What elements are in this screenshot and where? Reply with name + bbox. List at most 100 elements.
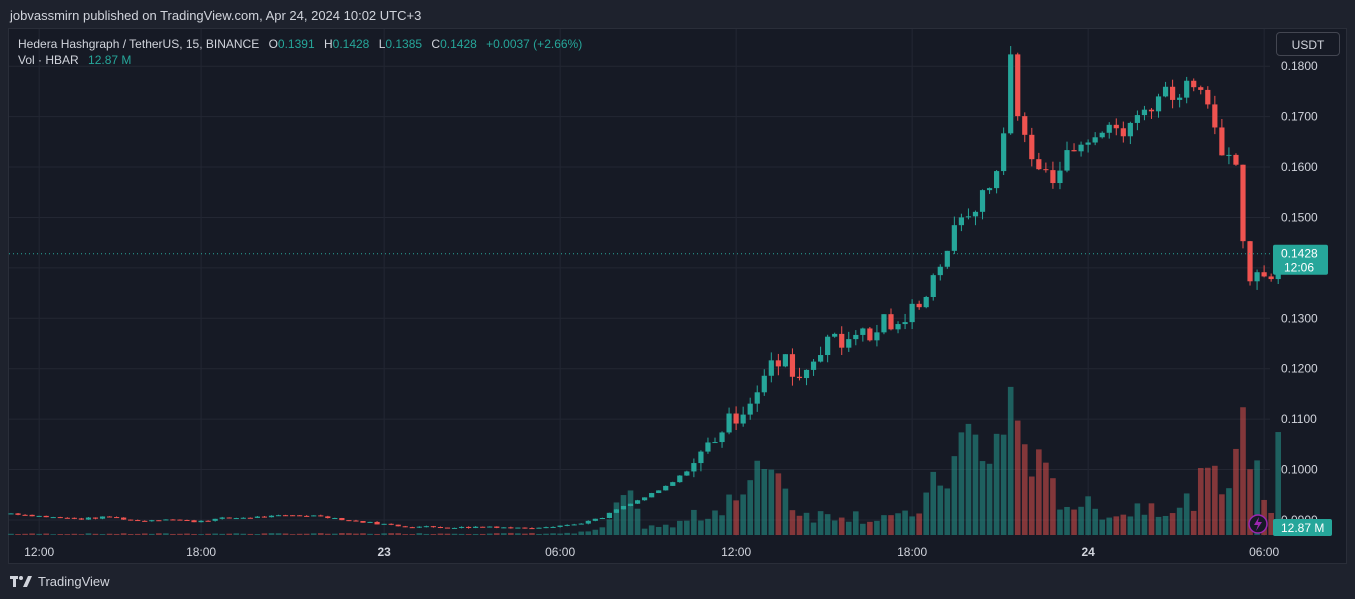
tradingview-logo-icon [10, 576, 32, 587]
candle-body [99, 516, 106, 519]
volume-bar [43, 533, 49, 535]
candle [1001, 127, 1007, 175]
volume-bar [1134, 503, 1141, 535]
candle [409, 526, 415, 529]
volume-bar [282, 533, 289, 535]
candle [233, 517, 239, 520]
volume-bar [824, 514, 831, 535]
volume-bar [937, 485, 944, 535]
candle-body [656, 490, 662, 494]
candle-body [698, 451, 704, 464]
x-tick-label: 06:00 [545, 545, 575, 559]
candle [782, 354, 788, 368]
volume-bar [254, 534, 261, 535]
y-tick-label: 0.1500 [1281, 210, 1318, 224]
candle-body [1240, 164, 1246, 242]
candle [290, 515, 296, 517]
candle [508, 526, 514, 529]
candle [1155, 93, 1162, 118]
candle-body [451, 527, 458, 529]
candle [1113, 118, 1119, 136]
candle [663, 485, 669, 491]
volume-bar [177, 533, 183, 535]
symbol-title[interactable]: Hedera Hashgraph / TetherUS, 15, BINANCE [18, 37, 259, 51]
candle [1141, 105, 1148, 121]
candle-body [374, 521, 380, 525]
candle [121, 517, 127, 520]
candle [909, 299, 915, 330]
lightning-icon[interactable] [1248, 514, 1268, 534]
candle-body [1036, 159, 1042, 170]
candle [705, 437, 711, 454]
candle-body [170, 519, 176, 521]
volume-bar [198, 534, 204, 535]
x-tick-label: 24 [1081, 545, 1095, 559]
candle-body [1247, 241, 1253, 282]
volume-bar [36, 533, 42, 535]
candle [114, 516, 120, 519]
candle [846, 331, 852, 352]
candle [444, 527, 451, 529]
candle [261, 515, 268, 518]
volume-bar [669, 527, 676, 535]
candle-body [627, 503, 634, 507]
candle-body [803, 369, 810, 379]
volume-bar [543, 533, 549, 535]
candle [254, 515, 260, 519]
candle-body [381, 523, 387, 525]
volume-bar [1014, 420, 1021, 535]
volume-bar [423, 533, 430, 535]
candle-body [1008, 54, 1014, 134]
candle-body [536, 527, 542, 529]
candle [29, 514, 35, 517]
volume-bar [402, 534, 409, 535]
candle-body [1113, 124, 1119, 129]
volume-bar [149, 533, 155, 535]
candlestick-chart[interactable]: 0.18000.17000.16000.15000.14000.13000.12… [0, 0, 1355, 599]
candle [951, 216, 957, 255]
candle-body [888, 314, 894, 330]
volume-bar [831, 520, 838, 535]
candle [1036, 152, 1042, 171]
close-value: 0.1428 [440, 37, 477, 51]
candle [620, 505, 627, 510]
candle [986, 187, 993, 194]
candle-body [599, 518, 605, 520]
candle [85, 516, 92, 520]
candle-body [458, 526, 465, 528]
candle-body [705, 442, 711, 452]
candle-body [15, 513, 21, 515]
volume-bar [986, 463, 993, 535]
candle-body [128, 519, 134, 521]
volume-bar [325, 533, 331, 535]
candle [754, 385, 760, 412]
candle [282, 514, 289, 517]
candle-body [747, 403, 753, 415]
candle-body [121, 517, 127, 520]
volume-bar [479, 533, 486, 535]
candle [163, 519, 169, 521]
candle [381, 523, 387, 525]
volume-bar [113, 533, 120, 535]
candle [71, 517, 77, 520]
volume-bar [1190, 510, 1197, 535]
candle-body [789, 354, 796, 377]
candle-body [923, 297, 929, 308]
currency-button[interactable]: USDT [1276, 32, 1340, 56]
candle-body [1268, 276, 1274, 280]
candle-body [226, 517, 232, 519]
candle-body [1127, 122, 1133, 137]
candle [599, 517, 605, 520]
volume-bar [1176, 507, 1183, 535]
footer-branding: TradingView [10, 574, 110, 589]
volume-bar [381, 533, 387, 535]
candle [1205, 86, 1211, 109]
candle-body [135, 520, 141, 522]
volume-label[interactable]: Vol · HBAR [18, 53, 79, 67]
candle-body [1050, 170, 1056, 184]
candle-body [965, 216, 972, 218]
candle [1254, 269, 1260, 290]
candle [810, 359, 817, 376]
candle-body [832, 333, 838, 337]
candle-body [592, 518, 598, 521]
